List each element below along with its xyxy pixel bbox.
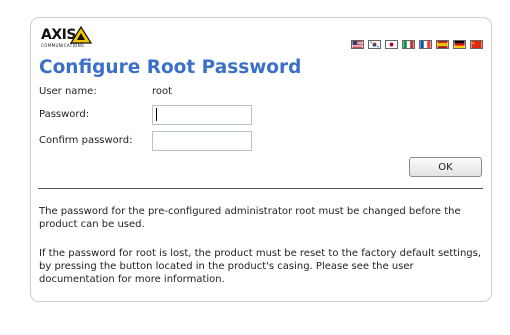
flag-german-icon[interactable] bbox=[453, 40, 466, 49]
flag-italian-icon[interactable] bbox=[402, 40, 415, 49]
password-label: Password: bbox=[39, 109, 90, 120]
flag-english-icon[interactable] bbox=[351, 40, 364, 49]
axis-logo: AXIS COMMUNICATIONS bbox=[41, 26, 105, 49]
flag-japanese-icon[interactable] bbox=[385, 40, 398, 49]
login-panel: AXIS COMMUNICATIONS Configure Root Passw… bbox=[30, 17, 492, 302]
confirm-password-input[interactable] bbox=[152, 131, 252, 151]
flag-chinese-icon[interactable] bbox=[470, 40, 483, 49]
logo-triangle-icon bbox=[70, 26, 92, 44]
flag-french-icon[interactable] bbox=[419, 40, 432, 49]
language-selector bbox=[351, 40, 483, 49]
username-value: root bbox=[152, 86, 173, 97]
divider bbox=[38, 188, 483, 189]
confirm-password-label: Confirm password: bbox=[39, 135, 133, 146]
text-cursor bbox=[156, 108, 157, 121]
username-label: User name: bbox=[39, 86, 97, 97]
info-paragraph-2: If the password for root is lost, the pr… bbox=[39, 248, 482, 285]
flag-spanish-icon[interactable] bbox=[436, 40, 449, 49]
password-input[interactable] bbox=[152, 105, 252, 125]
info-paragraph-1: The password for the pre-configured admi… bbox=[39, 206, 461, 230]
page-title: Configure Root Password bbox=[39, 57, 302, 78]
logo-subtext: COMMUNICATIONS bbox=[41, 43, 85, 48]
ok-button[interactable]: OK bbox=[409, 157, 482, 177]
flag-korean-icon[interactable] bbox=[368, 40, 381, 49]
